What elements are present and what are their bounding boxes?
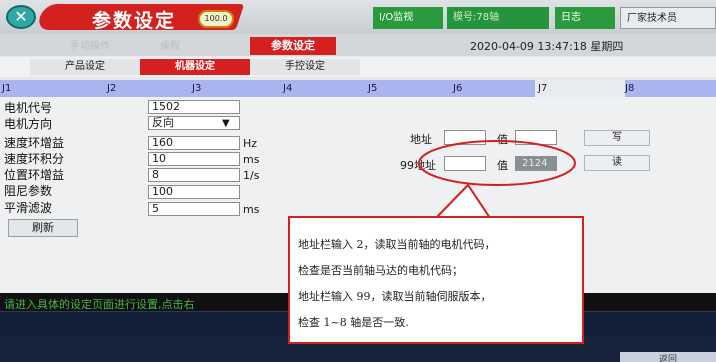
- annotation-line: 地址栏输入 99，读取当前轴伺服版本，: [298, 290, 492, 303]
- highlight-ellipse: [418, 140, 576, 186]
- annotation-line: 地址栏输入 2，读取当前轴的电机代码，: [298, 238, 496, 251]
- status-message: 请进入具体的设定页面进行设置,点击右: [4, 298, 195, 311]
- callout-pointer: [433, 183, 492, 219]
- back-button[interactable]: 返回: [620, 352, 716, 362]
- annotation-line: 检查是否当前轴马达的电机代码；: [298, 264, 463, 277]
- annotation-line: 检查 1~8 轴是否一致.: [298, 316, 409, 329]
